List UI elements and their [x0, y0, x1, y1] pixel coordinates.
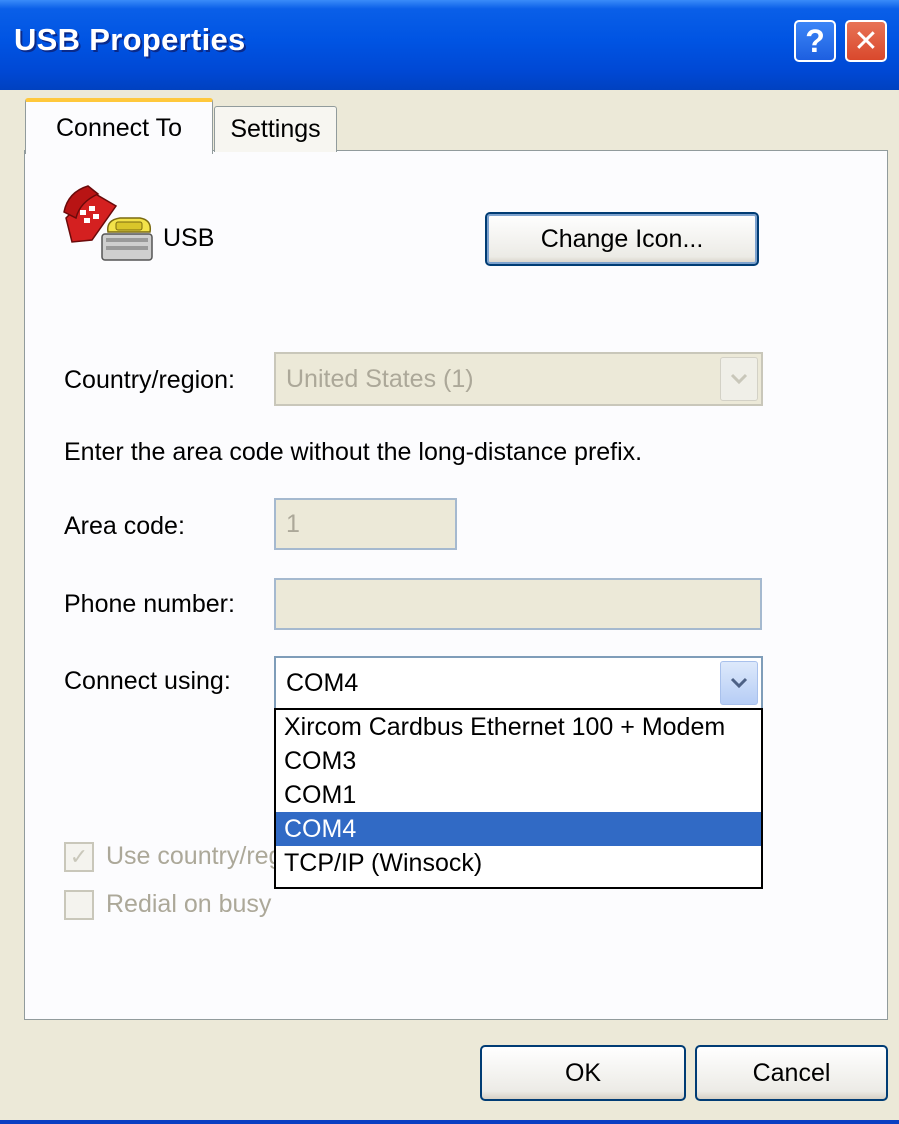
- phone-icon: [63, 185, 153, 261]
- area-code-input: 1: [274, 498, 457, 550]
- close-icon: ✕: [853, 24, 879, 58]
- phone-number-label: Phone number:: [64, 590, 235, 618]
- connect-using-listbox[interactable]: Xircom Cardbus Ethernet 100 + Modem COM3…: [274, 708, 763, 889]
- close-button[interactable]: ✕: [845, 20, 887, 62]
- country-region-value: United States (1): [286, 364, 474, 393]
- change-icon-button-label: Change Icon...: [540, 224, 704, 253]
- change-icon-button[interactable]: Change Icon...: [485, 212, 759, 266]
- redial-on-busy-checkbox: [64, 890, 94, 920]
- area-code-label: Area code:: [64, 512, 185, 540]
- connection-name: USB: [163, 224, 215, 252]
- country-dropdown-button: [720, 357, 758, 401]
- tab-label: Settings: [230, 115, 321, 143]
- phone-number-input: [274, 578, 762, 630]
- checkmark-icon: ✓: [69, 844, 89, 869]
- chevron-down-icon: [730, 677, 748, 689]
- title-bar[interactable]: USB Properties ? ✕: [0, 0, 899, 90]
- tab-connect-to[interactable]: Connect To: [25, 98, 213, 154]
- area-code-value: 1: [286, 509, 300, 538]
- list-item[interactable]: Xircom Cardbus Ethernet 100 + Modem: [276, 710, 761, 744]
- list-item[interactable]: TCP/IP (Winsock): [276, 846, 761, 880]
- connect-using-value: COM4: [286, 668, 359, 697]
- tab-label: Connect To: [55, 113, 182, 142]
- use-country-code-checkbox: ✓: [64, 842, 94, 872]
- cancel-button-label: Cancel: [752, 1058, 831, 1087]
- ok-button[interactable]: OK: [480, 1045, 686, 1101]
- redial-on-busy-label: Redial on busy: [106, 890, 272, 918]
- connect-using-label: Connect using:: [64, 667, 231, 695]
- list-item-selected[interactable]: COM4: [276, 812, 761, 846]
- chevron-down-icon: [730, 373, 748, 385]
- list-item[interactable]: COM1: [276, 778, 761, 812]
- tab-settings[interactable]: Settings: [214, 106, 337, 152]
- ok-button-label: OK: [564, 1058, 602, 1087]
- window-title: USB Properties: [14, 22, 246, 57]
- properties-dialog: USB Properties ? ✕ Connect To Settings U…: [0, 0, 899, 1124]
- connect-using-dropdown-button[interactable]: [720, 661, 758, 705]
- area-code-hint: Enter the area code without the long-dis…: [64, 438, 643, 466]
- country-region-select: United States (1): [274, 352, 763, 406]
- cancel-button[interactable]: Cancel: [695, 1045, 888, 1101]
- country-region-label: Country/region:: [64, 366, 235, 394]
- help-button[interactable]: ?: [794, 20, 836, 62]
- help-icon: ?: [805, 22, 825, 59]
- connect-using-select[interactable]: COM4: [274, 656, 763, 710]
- list-item[interactable]: COM3: [276, 744, 761, 778]
